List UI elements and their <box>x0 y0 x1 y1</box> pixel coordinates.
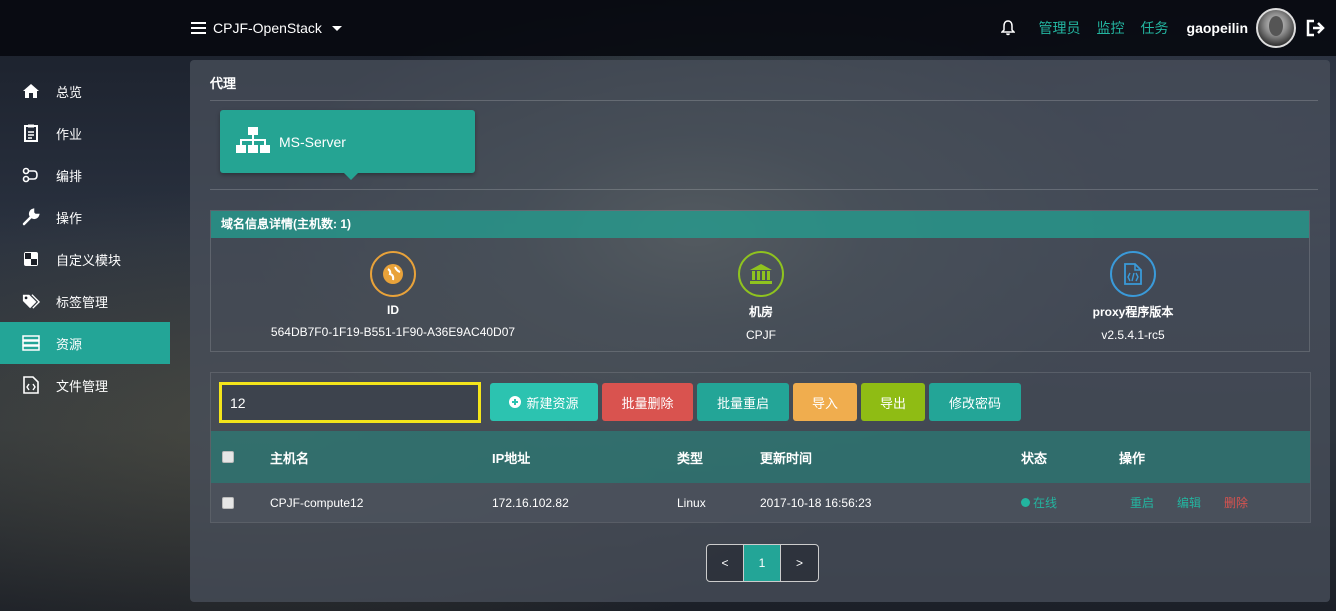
code-file-icon <box>1110 251 1156 297</box>
column-header[interactable]: 更新时间 <box>760 431 812 483</box>
bank-icon <box>738 251 784 297</box>
column-header[interactable]: 类型 <box>677 431 703 483</box>
info-label: 机房 <box>748 305 773 319</box>
button-label: 导入 <box>811 395 838 411</box>
info-value: v2.5.4.1-rc5 <box>1101 328 1165 342</box>
host-type: Linux <box>677 495 706 510</box>
status-text: 在线 <box>1033 496 1058 510</box>
sidebar-item-label: 总览 <box>56 84 83 100</box>
column-header[interactable]: IP地址 <box>492 431 530 483</box>
divider <box>210 100 1318 101</box>
sidebar-item-label: 操作 <box>56 210 83 226</box>
sidebar-item-jobs[interactable]: 作业 <box>0 112 170 154</box>
sitemap-icon <box>235 126 271 157</box>
prev-page-button[interactable]: < <box>707 545 744 581</box>
tasks-link[interactable]: 任务 <box>1141 18 1169 38</box>
info-proxy-version: proxy程序版本 v2.5.4.1-rc5 <box>983 251 1283 342</box>
button-label: 导出 <box>879 395 906 411</box>
sidebar-item-orchestration[interactable]: 编排 <box>0 154 170 196</box>
search-input[interactable] <box>219 382 481 423</box>
restart-action[interactable]: 重启 <box>1130 483 1154 522</box>
sidebar-item-overview[interactable]: 总览 <box>0 70 170 112</box>
plus-circle-icon <box>509 396 522 408</box>
main-panel: 代理 MS-Server 域名信息详情(主机数: 1) ID 564DB7F0-… <box>190 60 1330 602</box>
import-button[interactable]: 导入 <box>793 383 857 421</box>
online-dot-icon <box>1021 498 1030 507</box>
code-file-icon <box>22 376 40 394</box>
column-header[interactable]: 主机名 <box>270 431 309 483</box>
page-title: 代理 <box>210 76 237 91</box>
monitor-link[interactable]: 监控 <box>1097 18 1125 38</box>
admin-link[interactable]: 管理员 <box>1039 18 1081 38</box>
project-selector[interactable]: CPJF-OpenStack <box>191 18 342 38</box>
info-label: proxy程序版本 <box>1092 305 1174 319</box>
next-page-button[interactable]: > <box>781 545 818 581</box>
button-label: 批量删除 <box>621 395 674 411</box>
batch-delete-button[interactable]: 批量删除 <box>602 383 693 421</box>
table-header: 主机名 IP地址 类型 更新时间 状态 操作 <box>211 431 1310 483</box>
info-value: CPJF <box>746 328 776 342</box>
sidebar-item-operations[interactable]: 操作 <box>0 196 170 238</box>
sidebar-item-label: 文件管理 <box>56 378 109 394</box>
select-all-checkbox[interactable] <box>222 431 234 483</box>
delete-action[interactable]: 删除 <box>1224 483 1248 522</box>
bell-icon[interactable] <box>999 20 1016 36</box>
status-badge: 在线 <box>1021 483 1057 522</box>
proxy-card[interactable]: MS-Server <box>220 110 475 180</box>
row-checkbox[interactable] <box>222 483 234 522</box>
list-icon <box>191 22 206 34</box>
logout-icon[interactable] <box>1306 19 1326 37</box>
caret-down-icon <box>331 25 342 31</box>
info-value: 564DB7F0-1F19-B551-1F90-A36E9AC40D07 <box>270 325 516 339</box>
proxy-name: MS-Server <box>279 133 346 150</box>
column-header[interactable]: 状态 <box>1021 431 1047 483</box>
button-label: 新建资源 <box>526 395 579 411</box>
sidebar-item-tags[interactable]: 标签管理 <box>0 280 170 322</box>
clipboard-icon <box>22 124 40 142</box>
change-password-button[interactable]: 修改密码 <box>929 383 1021 421</box>
sidebar-item-label: 作业 <box>56 126 83 142</box>
sidebar-item-label: 标签管理 <box>56 294 109 310</box>
info-datacenter: 机房 CPJF <box>611 251 911 342</box>
server-icon <box>22 334 40 352</box>
sidebar: 总览 作业 编排 操作 自定义模块 标签管理 资源 文件管理 <box>0 70 170 406</box>
domain-info-header: 域名信息详情(主机数: 1) <box>211 211 1309 238</box>
hostname: CPJF-compute12 <box>270 495 364 510</box>
button-label: 批量重启 <box>716 395 769 411</box>
ip-address: 172.16.102.82 <box>492 495 569 510</box>
domain-info-box: 域名信息详情(主机数: 1) ID 564DB7F0-1F19-B551-1F9… <box>210 210 1310 352</box>
tags-icon <box>22 292 40 310</box>
batch-restart-button[interactable]: 批量重启 <box>697 383 789 421</box>
sidebar-item-label: 自定义模块 <box>56 252 122 268</box>
module-icon <box>22 250 40 268</box>
pagination: < 1 > <box>706 544 819 582</box>
new-resource-button[interactable]: 新建资源 <box>490 383 598 421</box>
table-row: CPJF-compute12 172.16.102.82 Linux 2017-… <box>211 483 1310 522</box>
sidebar-item-files[interactable]: 文件管理 <box>0 364 170 406</box>
top-navbar: CPJF-OpenStack 管理员 监控 任务 gaopeilin <box>0 0 1336 56</box>
resource-list: 新建资源 批量删除 批量重启 导入 导出 修改密码 主机名 IP地址 类型 更新… <box>210 372 1311 523</box>
sidebar-item-resources[interactable]: 资源 <box>0 322 170 364</box>
info-label: ID <box>387 303 399 317</box>
globe-icon <box>370 251 416 297</box>
wrench-icon <box>22 208 40 226</box>
page-button[interactable]: 1 <box>744 545 781 581</box>
sidebar-item-custom-modules[interactable]: 自定义模块 <box>0 238 170 280</box>
avatar[interactable] <box>1256 8 1296 48</box>
column-header: 操作 <box>1119 450 1146 466</box>
project-name: CPJF-OpenStack <box>213 20 322 36</box>
divider <box>210 189 1318 190</box>
edit-action[interactable]: 编辑 <box>1177 483 1201 522</box>
workflow-icon <box>22 166 40 184</box>
username[interactable]: gaopeilin <box>1187 20 1248 36</box>
home-icon <box>22 82 40 100</box>
button-label: 修改密码 <box>948 395 1001 411</box>
export-button[interactable]: 导出 <box>861 383 925 421</box>
update-time: 2017-10-18 16:56:23 <box>760 495 872 510</box>
info-id: ID 564DB7F0-1F19-B551-1F90-A36E9AC40D07 <box>243 251 543 339</box>
sidebar-item-label: 编排 <box>56 168 83 184</box>
sidebar-item-label: 资源 <box>56 336 83 352</box>
